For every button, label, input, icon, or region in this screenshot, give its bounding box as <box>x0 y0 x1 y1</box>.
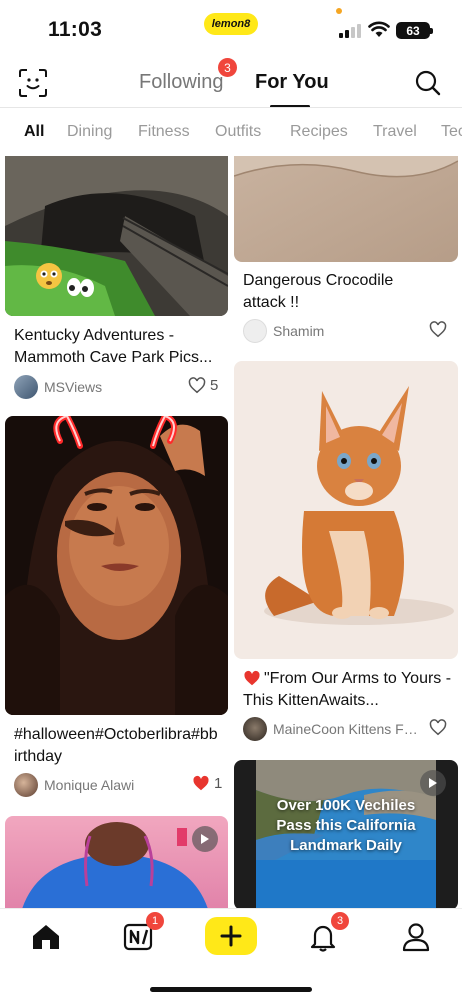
notes-badge: 1 <box>146 912 164 930</box>
category-all[interactable]: All <box>24 123 44 141</box>
like-count: 1 <box>214 775 223 792</box>
heart-outline-icon <box>429 719 447 736</box>
search-icon[interactable] <box>414 69 442 97</box>
feed-card[interactable]: Over 100K Vechiles Pass this California … <box>231 760 462 908</box>
heart-filled-icon <box>193 775 209 791</box>
feed-card[interactable]: #halloween#Octoberlibra#bbirthday Moniqu… <box>0 416 231 801</box>
status-bar: 11:03 lemon8 63 <box>0 0 462 58</box>
notifications-badge: 3 <box>331 912 349 930</box>
post-thumbnail[interactable] <box>5 816 228 908</box>
author-name: Monique Alawi <box>44 777 135 793</box>
like-count: 5 <box>210 377 219 394</box>
feed-grid: Kentucky Adventures - Mammoth Cave Park … <box>0 156 462 908</box>
avatar <box>14 375 38 399</box>
post-title[interactable]: Dangerous Crocodile attack !! <box>243 270 433 314</box>
post-title[interactable]: "From Our Arms to Yours - This KittenAwa… <box>243 668 455 712</box>
avatar <box>14 773 38 797</box>
nav-notifications[interactable]: 3 <box>307 912 349 953</box>
category-recipes[interactable]: Recipes <box>290 123 348 141</box>
face-scan-icon[interactable] <box>18 68 48 98</box>
author-row[interactable]: MSViews <box>14 374 164 400</box>
cave-photo <box>5 156 228 316</box>
top-nav: Following 3 For You <box>0 58 462 108</box>
heart-outline-icon <box>188 377 206 394</box>
post-thumbnail[interactable]: Over 100K Vechiles Pass this California … <box>234 760 458 908</box>
profile-icon <box>402 923 430 952</box>
category-fitness[interactable]: Fitness <box>138 123 190 141</box>
bottom-nav: 1 3 <box>0 908 462 1000</box>
video-overlay-text: Over 100K Vechiles Pass this California … <box>276 797 416 854</box>
battery-icon: 63 <box>396 22 433 39</box>
avatar <box>243 319 267 343</box>
like-button[interactable] <box>429 321 451 338</box>
privacy-indicator-dot <box>336 8 342 14</box>
status-time: 11:03 <box>48 18 103 41</box>
tab-following[interactable]: Following <box>139 71 223 94</box>
tab-for-you[interactable]: For You <box>255 71 329 94</box>
cellular-signal-icon <box>339 24 361 38</box>
create-post-button[interactable] <box>205 917 257 955</box>
category-travel[interactable]: Travel <box>373 123 417 141</box>
feed-card[interactable]: Kentucky Adventures - Mammoth Cave Park … <box>0 156 231 406</box>
author-name: MSViews <box>44 379 103 395</box>
category-outfits[interactable]: Outfits <box>215 123 261 141</box>
feed-card[interactable] <box>0 816 231 908</box>
nav-home[interactable] <box>30 921 62 953</box>
post-title[interactable]: #halloween#Octoberlibra#bbirthday <box>14 724 219 768</box>
nav-notes[interactable]: 1 <box>122 912 164 953</box>
home-indicator <box>150 987 312 992</box>
home-icon <box>33 925 59 949</box>
category-row: All Dining Fitness Outfits Recipes Trave… <box>0 108 462 156</box>
following-count-badge: 3 <box>218 58 237 77</box>
feed-card[interactable]: Dangerous Crocodile attack !! Shamim <box>231 156 462 351</box>
play-icon <box>192 826 218 852</box>
avatar <box>243 717 267 741</box>
like-button[interactable]: 5 <box>188 377 218 394</box>
dynamic-island-brand: lemon8 <box>204 13 258 35</box>
author-row[interactable]: Shamim <box>243 318 393 344</box>
post-title[interactable]: Kentucky Adventures - Mammoth Cave Park … <box>14 325 224 369</box>
post-thumbnail[interactable] <box>234 156 458 262</box>
plus-icon <box>220 925 242 947</box>
play-icon <box>420 770 446 796</box>
selfie-photo <box>5 416 228 715</box>
post-thumbnail[interactable] <box>234 361 458 659</box>
author-row[interactable]: MaineCoon Kittens For... <box>243 716 425 742</box>
battery-level: 63 <box>406 23 420 38</box>
like-button[interactable] <box>429 719 451 736</box>
author-name: Shamim <box>273 323 325 339</box>
category-tech[interactable]: Tec <box>441 123 462 141</box>
author-name: MaineCoon Kittens For... <box>273 721 425 737</box>
nav-profile[interactable] <box>400 921 432 953</box>
sand-photo <box>234 156 458 262</box>
like-button[interactable]: 1 <box>192 775 222 792</box>
wifi-icon <box>368 21 390 37</box>
post-thumbnail[interactable] <box>5 416 228 715</box>
post-thumbnail[interactable] <box>5 156 228 316</box>
category-dining[interactable]: Dining <box>67 123 112 141</box>
feed-card[interactable]: "From Our Arms to Yours - This KittenAwa… <box>231 361 462 746</box>
heart-outline-icon <box>429 321 447 338</box>
kitten-photo <box>234 361 458 659</box>
author-row[interactable]: Monique Alawi <box>14 772 174 798</box>
